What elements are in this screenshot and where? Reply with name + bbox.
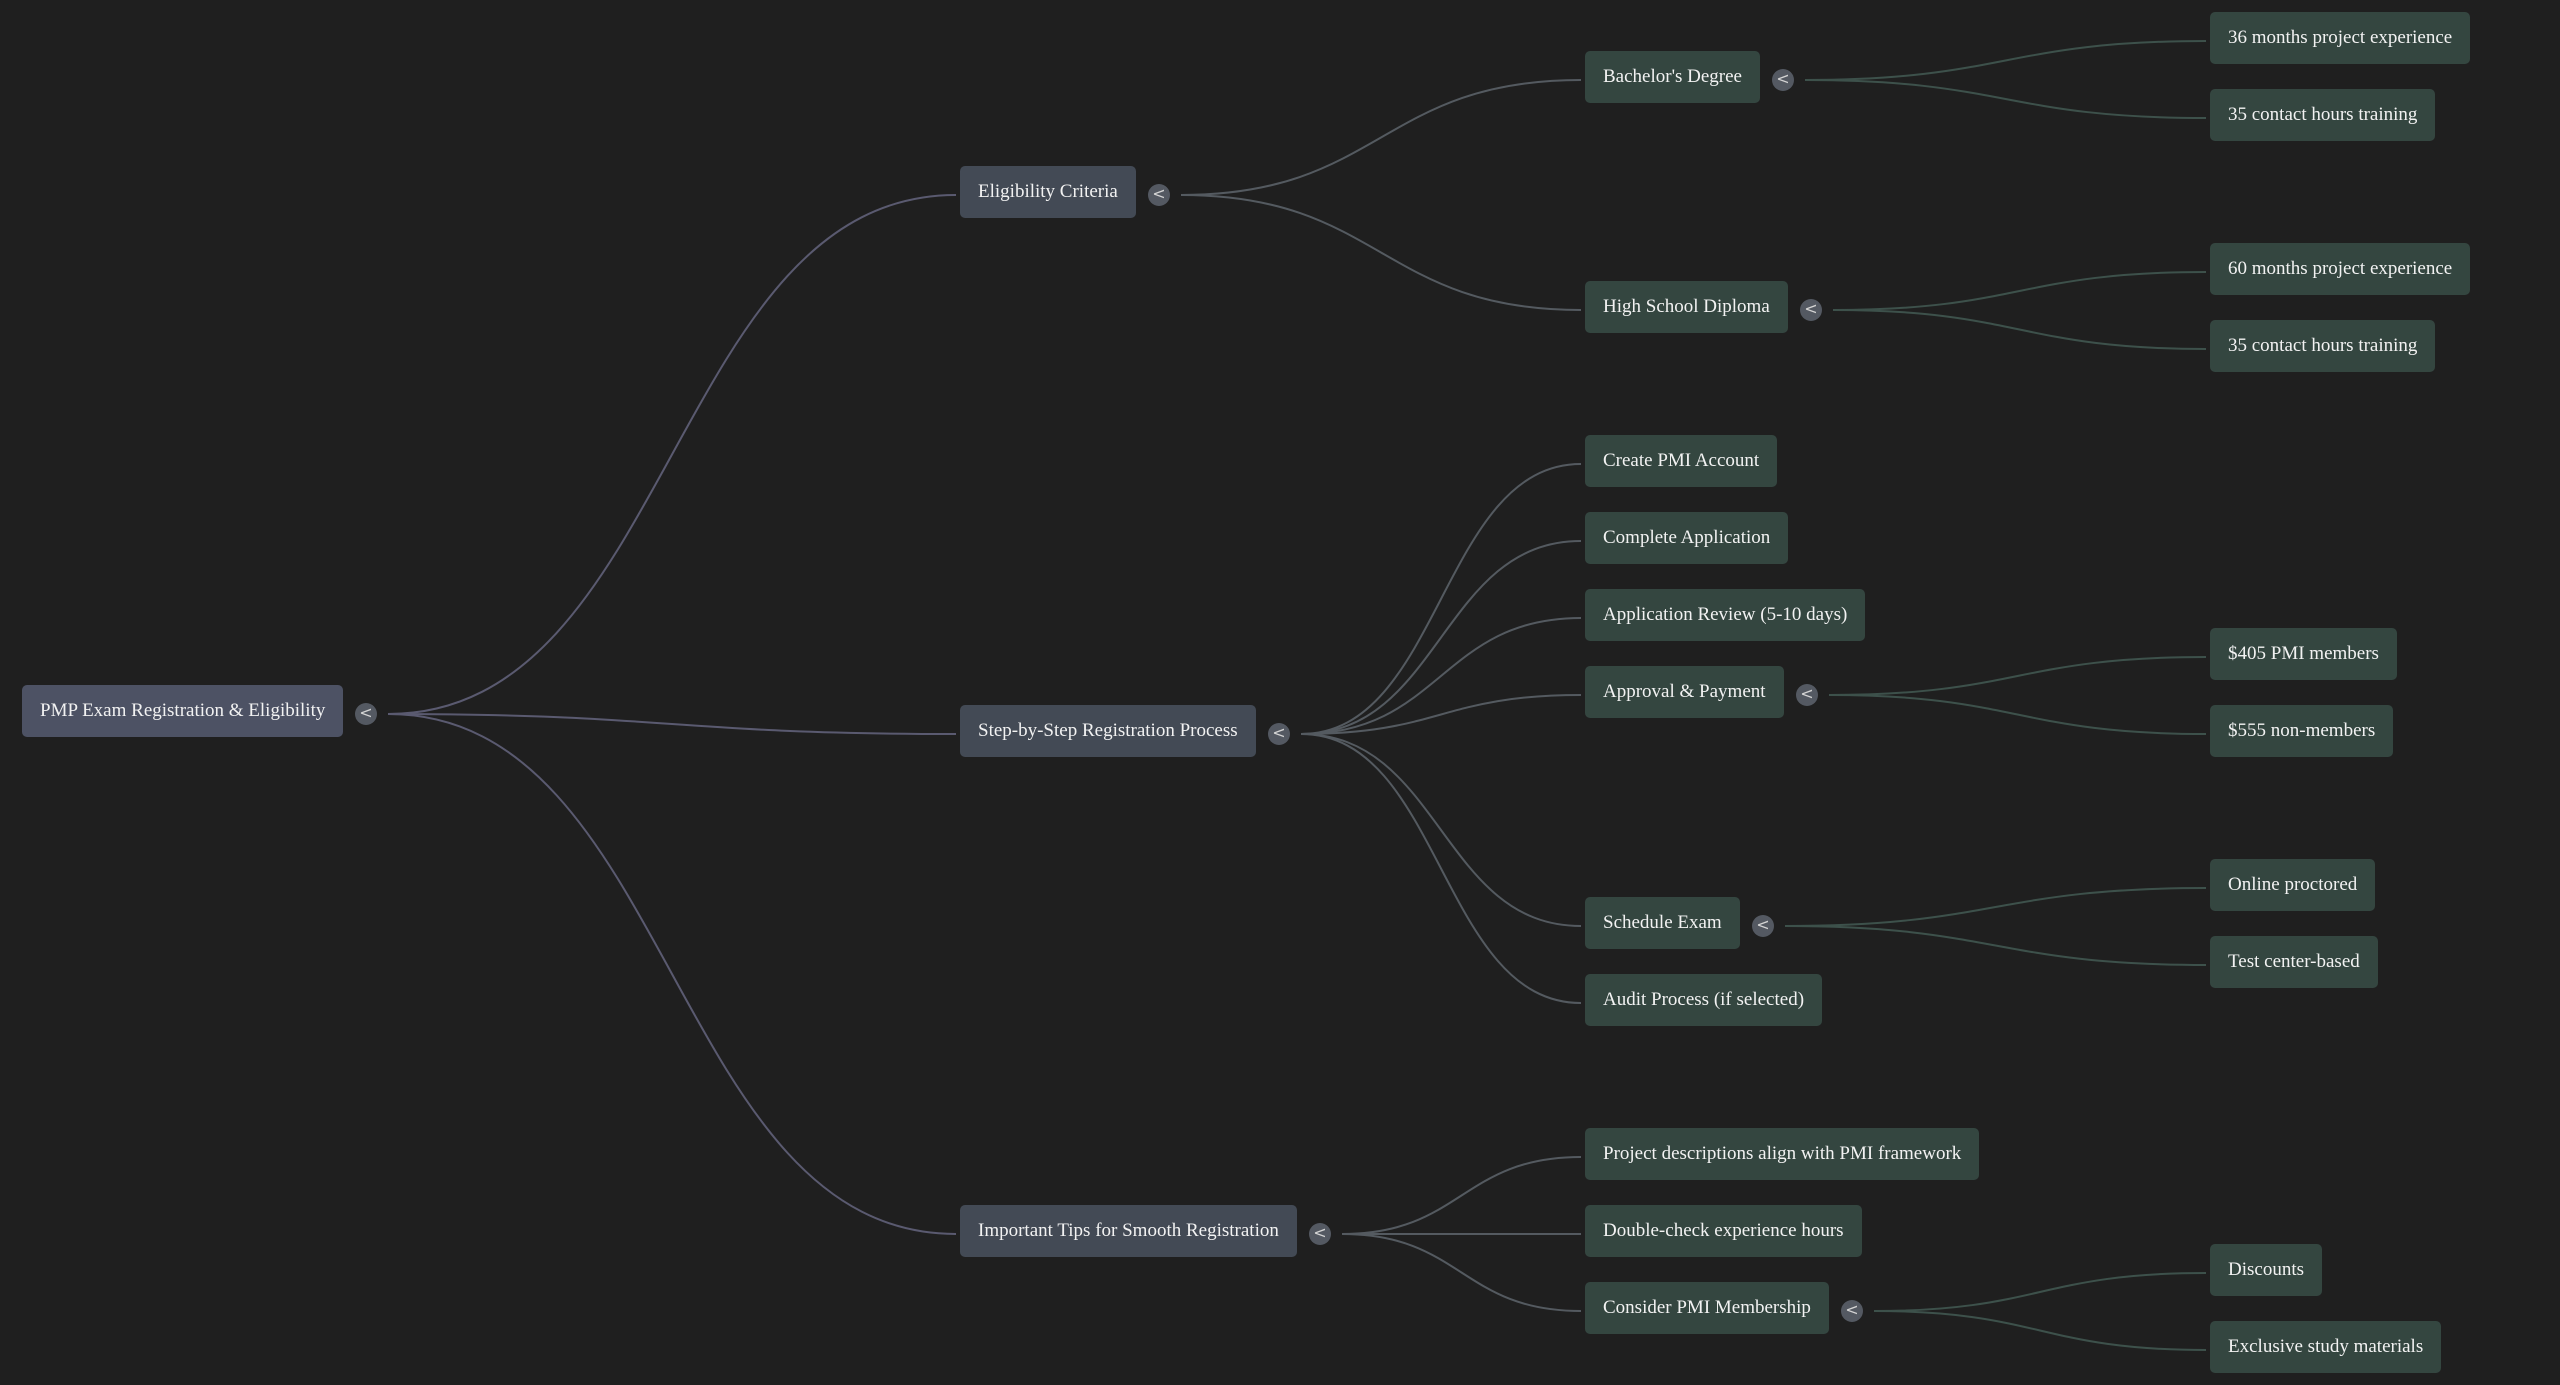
node-project-descriptions-align-with-pmi-framework[interactable]: Project descriptions align with PMI fram… [1585,1128,1980,1180]
node-35-contact-hours-training[interactable]: 35 contact hours training [2210,89,2436,141]
collapse-toggle-icon[interactable]: < [1148,184,1170,206]
node-36-months-project-experience[interactable]: 36 months project experience [2210,12,2471,64]
node-schedule-exam[interactable]: Schedule Exam [1585,897,1740,949]
node-double-check-experience-hours[interactable]: Double-check experience hours [1585,1205,1862,1257]
node-approval-payment[interactable]: Approval & Payment [1585,666,1784,718]
node-step-by-step-registration-process[interactable]: Step-by-Step Registration Process [960,705,1256,757]
node-audit-process-if-selected[interactable]: Audit Process (if selected) [1585,974,1823,1026]
node-discounts[interactable]: Discounts [2210,1244,2322,1296]
connector-line [1873,1310,2207,1351]
collapse-toggle-icon[interactable]: < [355,703,377,725]
connector-line [387,194,957,715]
connector-line [1300,733,1582,927]
connector-line [1341,1233,1582,1312]
connector-line [1804,40,2207,81]
node-create-pmi-account[interactable]: Create PMI Account [1585,435,1778,487]
node-complete-application[interactable]: Complete Application [1585,512,1789,564]
mindmap-connectors [387,40,2207,1351]
collapse-toggle-icon[interactable]: < [1841,1300,1863,1322]
node-bachelor-s-degree[interactable]: Bachelor's Degree [1585,51,1760,103]
node-pmp-exam-registration-eligibility[interactable]: PMP Exam Registration & Eligibility [22,685,344,737]
connector-line [1784,887,2207,927]
connector-line [1832,271,2207,311]
connector-line [1804,79,2207,119]
collapse-toggle-icon[interactable]: < [1268,723,1290,745]
collapse-toggle-icon[interactable]: < [1752,915,1774,937]
node-eligibility-criteria[interactable]: Eligibility Criteria [960,166,1136,218]
collapse-toggle-icon[interactable]: < [1796,684,1818,706]
node-consider-pmi-membership[interactable]: Consider PMI Membership [1585,1282,1829,1334]
node-online-proctored[interactable]: Online proctored [2210,859,2376,911]
node-exclusive-study-materials[interactable]: Exclusive study materials [2210,1321,2442,1373]
node-555-non-members[interactable]: $555 non-members [2210,705,2394,757]
connector-line [1784,925,2207,966]
collapse-toggle-icon[interactable]: < [1309,1223,1331,1245]
connector-line [1341,1156,1582,1235]
node-60-months-project-experience[interactable]: 60 months project experience [2210,243,2471,295]
connector-line [1300,540,1582,735]
connector-line [1873,1272,2207,1312]
node-high-school-diploma[interactable]: High School Diploma [1585,281,1788,333]
node-application-review-5-10-days[interactable]: Application Review (5-10 days) [1585,589,1866,641]
connector-line [387,713,957,1235]
connector-line [1180,79,1582,196]
node-35-contact-hours-training[interactable]: 35 contact hours training [2210,320,2436,372]
collapse-toggle-icon[interactable]: < [1800,299,1822,321]
connector-line [1300,617,1582,735]
node-important-tips-for-smooth-registration[interactable]: Important Tips for Smooth Registration [960,1205,1297,1257]
connector-line [1300,463,1582,735]
collapse-toggle-icon[interactable]: < [1772,69,1794,91]
connector-line [1180,194,1582,311]
node-405-pmi-members[interactable]: $405 PMI members [2210,628,2397,680]
node-test-center-based[interactable]: Test center-based [2210,936,2378,988]
connector-line [1828,656,2207,696]
connector-line [1832,309,2207,350]
connector-line [1828,694,2207,735]
connector-line [1300,733,1582,1004]
